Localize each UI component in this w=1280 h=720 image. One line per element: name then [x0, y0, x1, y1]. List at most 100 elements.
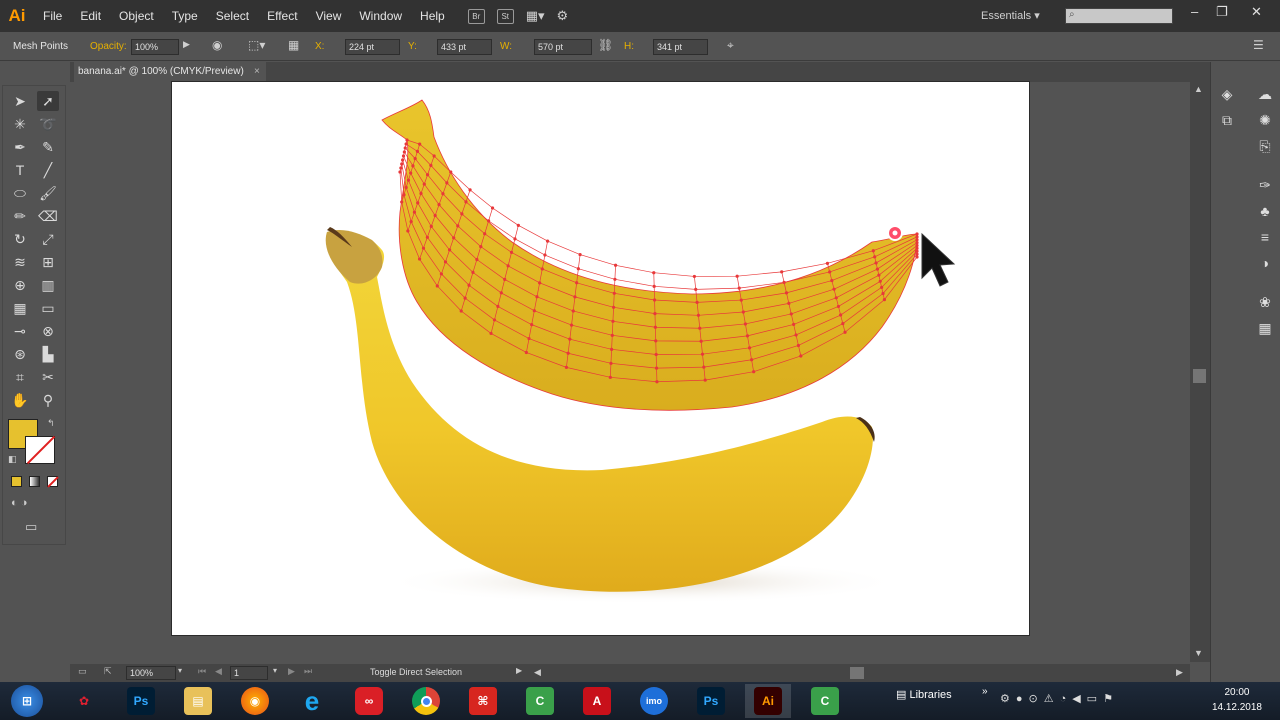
mesh-point[interactable]: [839, 313, 843, 317]
eraser-tool-icon[interactable]: ⌫: [37, 206, 59, 226]
scroll-down-icon[interactable]: ▼: [1194, 648, 1203, 658]
mesh-point[interactable]: [796, 343, 801, 348]
mesh-point[interactable]: [503, 277, 507, 281]
menu-effect[interactable]: Effect: [258, 0, 306, 32]
toolbar-overflow-icon[interactable]: »: [982, 686, 988, 697]
mesh-point[interactable]: [405, 138, 409, 142]
mesh-point[interactable]: [825, 261, 830, 265]
mesh-point[interactable]: [652, 284, 656, 288]
symbol-sprayer-tool-icon[interactable]: ⊛: [9, 344, 31, 364]
gradient-tool-icon[interactable]: ▭: [37, 298, 59, 318]
mesh-point[interactable]: [613, 277, 617, 281]
scroll-right-icon[interactable]: ▶: [1176, 667, 1183, 678]
tray-icons[interactable]: ⚙●⊙⚠◔◀▭⚑: [1000, 692, 1119, 705]
warp-tool-icon[interactable]: ≋: [9, 252, 31, 272]
curvature-tool-icon[interactable]: ✎: [37, 137, 59, 157]
paintbrush-tool-icon[interactable]: 🖌: [37, 183, 59, 203]
mesh-point[interactable]: [467, 283, 471, 287]
taskbar-app-illustrator[interactable]: Ai: [745, 684, 791, 718]
start-button[interactable]: ⊞: [4, 684, 50, 718]
taskbar-app-ie[interactable]: e: [289, 684, 335, 718]
menu-edit[interactable]: Edit: [71, 0, 110, 32]
help-search-input[interactable]: ⌕: [1065, 8, 1173, 24]
last-artboard-icon[interactable]: ⏭: [304, 666, 312, 677]
mesh-point[interactable]: [568, 337, 572, 341]
mesh-point[interactable]: [535, 295, 539, 299]
mesh-point[interactable]: [499, 291, 503, 295]
minimize-icon[interactable]: –: [1191, 4, 1198, 19]
mesh-point[interactable]: [417, 257, 422, 261]
vertical-scroll-thumb[interactable]: [1193, 369, 1206, 383]
mesh-point[interactable]: [745, 334, 750, 338]
column-graph-tool-icon[interactable]: ▙: [37, 344, 59, 364]
mesh-point[interactable]: [412, 210, 417, 214]
mesh-point[interactable]: [437, 203, 441, 207]
mesh-point[interactable]: [416, 201, 420, 205]
mesh-point[interactable]: [700, 352, 705, 356]
shape-builder-tool-icon[interactable]: ⊕: [9, 275, 31, 295]
taskbar-app-firefox[interactable]: ◉: [232, 684, 278, 718]
pencil-tool-icon[interactable]: ✏: [9, 206, 31, 226]
mesh-point[interactable]: [739, 298, 743, 302]
mesh-point[interactable]: [654, 366, 659, 370]
mesh-point[interactable]: [915, 249, 919, 253]
line-tool-icon[interactable]: ╱: [37, 160, 59, 180]
mesh-point[interactable]: [612, 291, 616, 295]
mesh-point[interactable]: [404, 185, 408, 190]
mesh-point[interactable]: [439, 272, 444, 276]
mesh-point[interactable]: [695, 300, 699, 304]
mesh-point[interactable]: [576, 267, 580, 271]
recolor-icon[interactable]: ◉: [212, 38, 222, 52]
mesh-point[interactable]: [530, 323, 534, 327]
mesh-point[interactable]: [435, 284, 439, 288]
mesh-point[interactable]: [575, 281, 579, 285]
taskbar-app-camtasia-2[interactable]: C: [802, 684, 848, 718]
taskbar-app-chrome[interactable]: [403, 684, 449, 718]
scale-tool-icon[interactable]: ⤢: [37, 229, 59, 249]
lasso-tool-icon[interactable]: ➰: [37, 114, 59, 134]
mesh-point[interactable]: [915, 252, 919, 256]
mesh-point[interactable]: [506, 264, 510, 268]
mesh-point[interactable]: [445, 181, 449, 185]
mesh-tool-icon[interactable]: ▦: [9, 298, 31, 318]
mesh-point[interactable]: [425, 173, 430, 177]
mesh-point[interactable]: [422, 182, 426, 186]
mesh-point[interactable]: [699, 339, 703, 343]
mesh-point[interactable]: [400, 200, 404, 204]
mesh-point[interactable]: [513, 237, 517, 241]
artboard-dropdown-icon[interactable]: ▾: [273, 666, 277, 675]
mesh-point[interactable]: [915, 232, 919, 236]
mesh-point[interactable]: [881, 291, 885, 296]
mesh-point[interactable]: [871, 249, 875, 253]
mesh-point[interactable]: [655, 380, 659, 384]
opacity-arrow-icon[interactable]: ▶: [183, 39, 190, 50]
mesh-point[interactable]: [449, 170, 453, 174]
mesh-point[interactable]: [915, 243, 919, 248]
isolate-icon[interactable]: ⌖: [727, 38, 734, 53]
mesh-point[interactable]: [398, 170, 402, 174]
layers-panel-icon[interactable]: ◈: [1216, 86, 1238, 103]
mesh-point[interactable]: [877, 273, 881, 277]
mesh-point[interactable]: [610, 347, 614, 351]
magic-wand-tool-icon[interactable]: ✳: [9, 114, 31, 134]
zoom-input[interactable]: 100%: [126, 666, 176, 680]
zoom-dropdown-icon[interactable]: ▾: [178, 666, 182, 675]
menu-type[interactable]: Type: [163, 0, 207, 32]
type-tool-icon[interactable]: T: [9, 160, 31, 180]
mesh-point[interactable]: [492, 318, 497, 322]
constrain-proportions-icon[interactable]: ⛓: [598, 38, 613, 52]
menu-window[interactable]: Window: [350, 0, 411, 32]
scroll-left-icon[interactable]: ◀: [534, 667, 541, 678]
mesh-point[interactable]: [456, 224, 460, 228]
mesh-point[interactable]: [828, 270, 832, 274]
horizontal-scrollbar[interactable]: ◀ ▶: [530, 664, 1190, 682]
menu-view[interactable]: View: [307, 0, 351, 32]
slice-tool-icon[interactable]: ✂: [37, 367, 59, 387]
mesh-point[interactable]: [832, 287, 836, 291]
mesh-point[interactable]: [578, 252, 582, 257]
mesh-point[interactable]: [429, 163, 433, 167]
mesh-point[interactable]: [792, 322, 796, 327]
mesh-point[interactable]: [433, 213, 437, 218]
h-input[interactable]: 341 pt: [653, 39, 708, 55]
mesh-point[interactable]: [404, 142, 408, 146]
